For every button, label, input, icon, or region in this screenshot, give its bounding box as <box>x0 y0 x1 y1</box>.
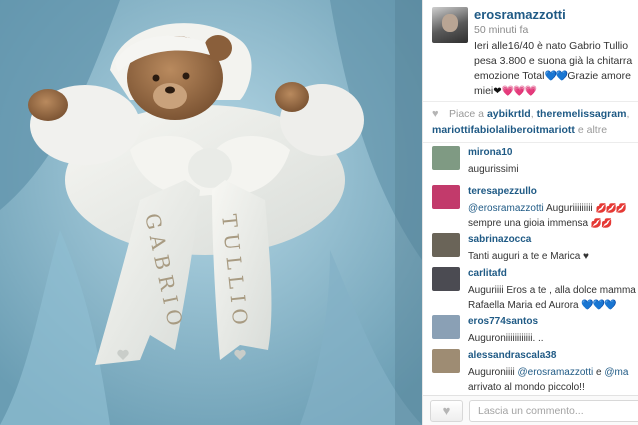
author-username[interactable]: erosramazzotti <box>474 7 566 22</box>
heart-icon: ♥ <box>432 108 439 120</box>
commenter-avatar[interactable] <box>432 267 460 291</box>
post-timestamp[interactable]: 50 minuti fa <box>474 24 528 36</box>
caption-line: pesa 3.800 e suona già la chitarra <box>474 55 633 67</box>
comment-text: @erosramazzotti Auguriiiiiiiii 💋💋💋 sempre… <box>468 201 627 231</box>
caption-line: miei❤💗💗💗 <box>474 84 638 99</box>
comment-text: Auguriiii Eros a te , alla dolce mamma Ra… <box>468 283 636 313</box>
commenter-username[interactable]: teresapezzullo <box>468 186 537 197</box>
pink-hearts-emoji: 💗💗💗 <box>501 86 537 97</box>
comment-input[interactable] <box>469 400 638 422</box>
post-photo: GABRIO TULLIO <box>0 0 422 425</box>
mention-link[interactable]: @ma <box>604 367 628 378</box>
black-heart-emoji: ❤ <box>493 86 502 97</box>
mention-link[interactable]: @erosramazzotti <box>468 203 544 214</box>
divider <box>423 101 638 102</box>
divider <box>423 142 638 143</box>
blue-hearts-emoji: 💙💙💙 <box>581 300 616 311</box>
commenter-avatar[interactable] <box>432 315 460 339</box>
comment-text: augurissimi <box>468 164 519 175</box>
caption-text: miei <box>474 85 494 97</box>
comment-text: Auguroniiii @erosramazzotti e @ma arrivat… <box>468 365 628 395</box>
blue-hearts-emoji: 💙💙 <box>544 71 568 82</box>
teddy-bear-image: GABRIO TULLIO <box>0 0 422 425</box>
liker-link[interactable]: aybikrtld <box>487 108 531 120</box>
commenter-username[interactable]: mirona10 <box>468 147 512 158</box>
commenter-avatar[interactable] <box>432 146 460 170</box>
caption-text: Grazie amore <box>567 70 631 82</box>
comment-body: Rafaella Maria ed Aurora <box>468 300 579 311</box>
comment-body: sempre una gioia immensa <box>468 218 589 229</box>
caption-line: Ieri alle16/40 è nato Gabrio Tullio <box>474 40 629 52</box>
comment-body: arrivato al mondo piccolo!! <box>468 382 585 393</box>
post-sidebar: erosramazzotti 50 minuti fa Ieri alle16/… <box>422 0 638 425</box>
commenter-username[interactable]: carlitafd <box>468 268 507 279</box>
mention-link[interactable]: @erosramazzotti <box>517 367 593 378</box>
caption-line: emozione Total💙💙Grazie amore <box>474 69 638 84</box>
commenter-avatar[interactable] <box>432 233 460 257</box>
likes-prefix: Piace a <box>449 108 485 120</box>
comment-footer: ♥ <box>423 395 638 425</box>
comment-text: Tanti auguri a te e Marica ♥ <box>468 251 589 262</box>
comment-body: Auguriiii Eros a te , alla dolce mamma <box>468 285 636 296</box>
commenter-username[interactable]: sabrinazocca <box>468 234 531 245</box>
post-header: erosramazzotti 50 minuti fa Ieri alle16/… <box>423 0 638 100</box>
liker-link[interactable]: mariottifabiolaliberoitmariott <box>432 124 575 136</box>
commenter-username[interactable]: alessandrascala38 <box>468 350 556 361</box>
commenter-avatar[interactable] <box>432 185 460 209</box>
kiss-emoji: 💋💋💋 <box>595 203 627 213</box>
likes-summary: ♥ Piace a aybikrtld, theremelissagram, ma… <box>432 108 630 136</box>
comment-text: Auguroniiiiiiiiiiii. .. <box>468 333 544 344</box>
comment-body: Auguriiiiiiiii <box>545 203 593 214</box>
kiss-emoji: 💋💋 <box>590 218 612 228</box>
likes-suffix: e altre <box>577 124 608 136</box>
caption-text: emozione Total <box>474 70 545 82</box>
comment-body: Auguroniiii <box>468 367 515 378</box>
heart-icon: ♥ <box>442 403 451 418</box>
commenter-username[interactable]: eros774santos <box>468 316 538 327</box>
author-avatar[interactable] <box>432 7 468 43</box>
post-caption: Ieri alle16/40 è nato Gabrio Tullio pesa… <box>474 39 638 99</box>
like-button[interactable]: ♥ <box>430 400 463 422</box>
comment-body: e <box>596 367 602 378</box>
liker-link[interactable]: theremelissagram <box>537 108 627 120</box>
commenter-avatar[interactable] <box>432 349 460 373</box>
